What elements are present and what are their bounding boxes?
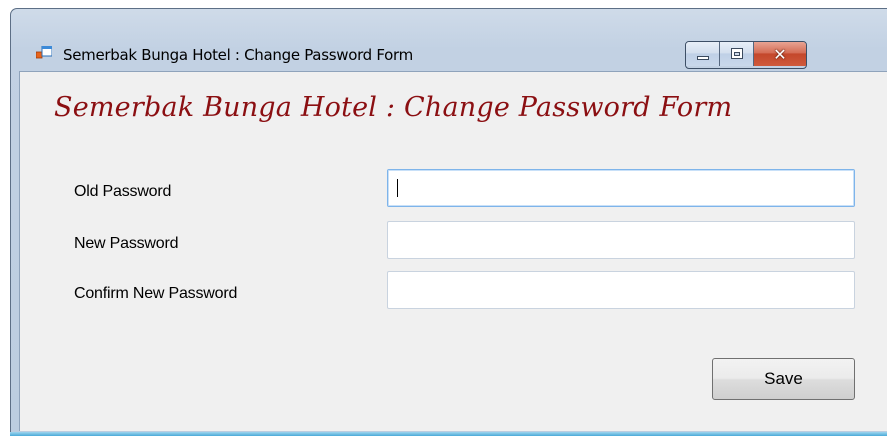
title-bar[interactable]: Semerbak Bunga Hotel : Change Password F… — [11, 9, 887, 69]
close-button[interactable]: ✕ — [754, 42, 806, 66]
maximize-button[interactable] — [720, 42, 754, 66]
close-icon: ✕ — [773, 44, 787, 64]
old-password-label: Old Password — [74, 183, 172, 200]
text-caret — [397, 179, 398, 197]
windows-form-icon — [36, 46, 52, 59]
maximize-icon — [731, 48, 743, 59]
confirm-new-password-field[interactable] — [387, 271, 855, 309]
minimize-button[interactable] — [686, 42, 720, 66]
save-button[interactable]: Save — [712, 358, 855, 400]
minimize-icon — [697, 56, 709, 60]
new-password-label: New Password — [74, 235, 179, 252]
window-title: Semerbak Bunga Hotel : Change Password F… — [63, 46, 413, 64]
caption-buttons: ✕ — [685, 41, 807, 69]
new-password-field[interactable] — [387, 221, 855, 259]
confirm-new-password-label: Confirm New Password — [74, 285, 238, 302]
old-password-field[interactable] — [387, 169, 855, 207]
app-window: Semerbak Bunga Hotel : Change Password F… — [10, 8, 887, 434]
window-bottom-border — [10, 432, 887, 436]
form-heading: Semerbak Bunga Hotel : Change Password F… — [54, 92, 733, 123]
form-client-area: Semerbak Bunga Hotel : Change Password F… — [19, 71, 887, 431]
